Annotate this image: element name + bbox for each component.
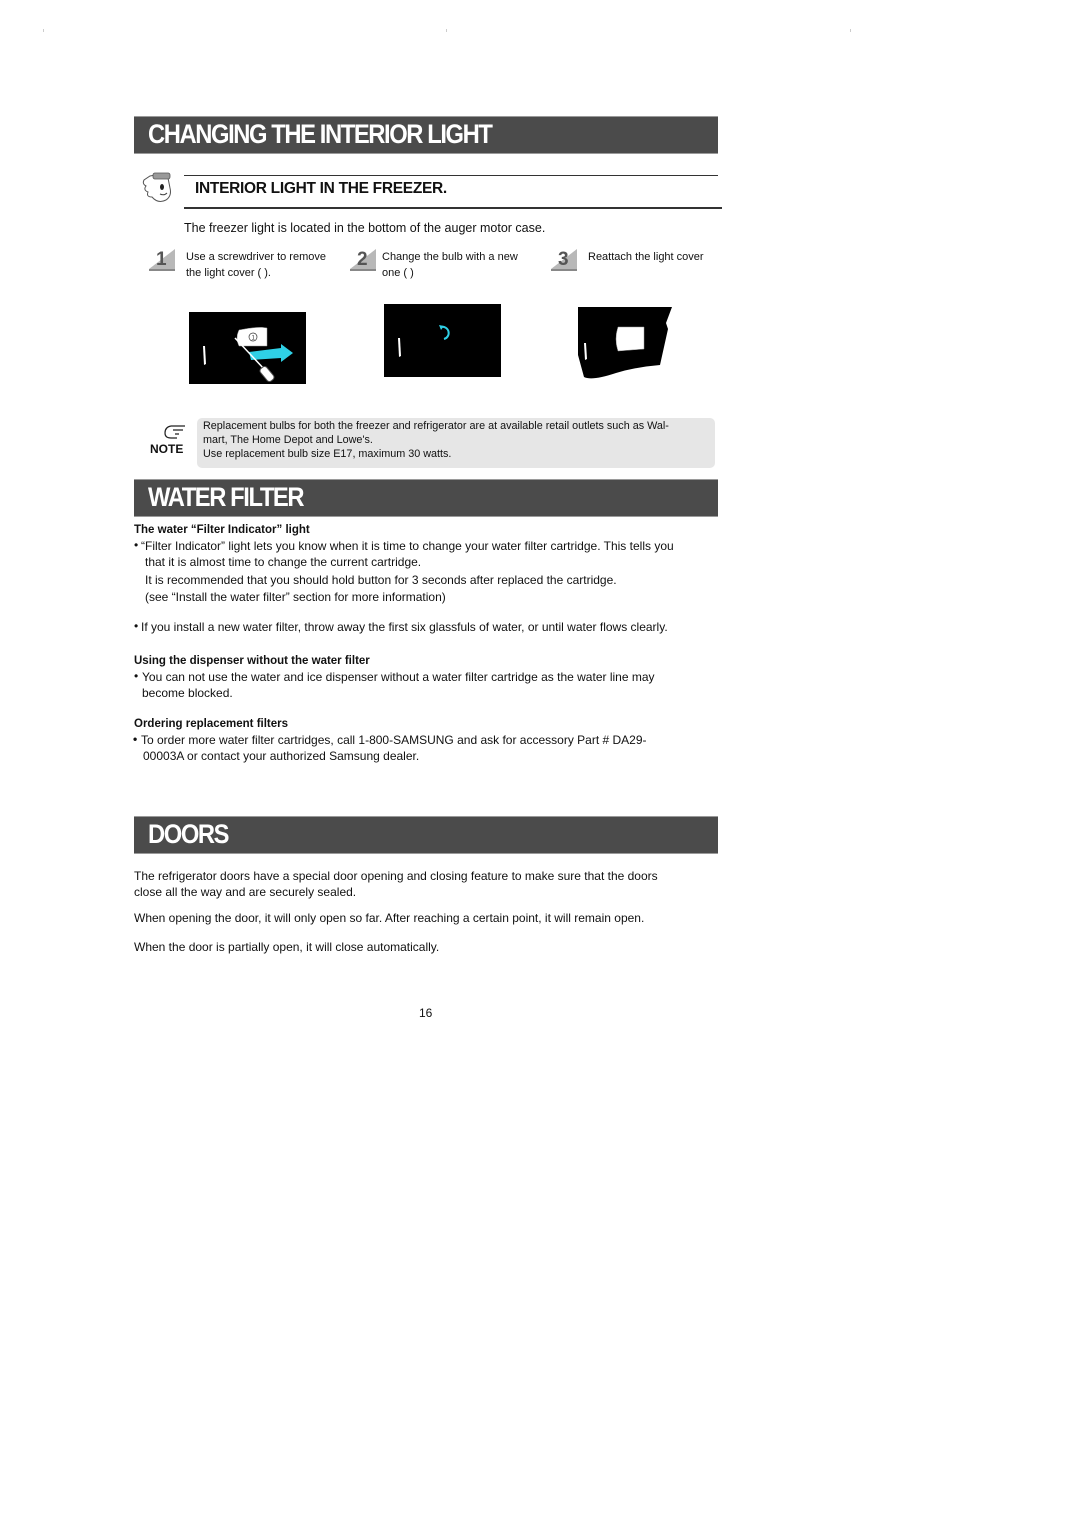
filter-indicator-text: “Filter Indicator” light lets you know w… <box>141 538 674 605</box>
section-header-water-filter: WATER FILTER <box>134 479 718 517</box>
subheading-top-rule <box>184 175 718 176</box>
step-2-line1: Change the bulb with a new <box>382 251 518 263</box>
note-line3: Use replacement bulb size E17, maximum 3… <box>203 448 452 460</box>
indicator-line2: that it is almost time to change the cur… <box>145 555 422 569</box>
doors-para1-line1: The refrigerator doors have a special do… <box>134 869 658 883</box>
step-1-line2: the light cover ( ). <box>186 267 271 279</box>
step-1-line1: Use a screwdriver to remove <box>186 251 326 263</box>
step-2-text: Change the bulb with a new one ( ) <box>382 249 518 281</box>
indicator-line1: “Filter Indicator” light lets you know w… <box>141 539 674 553</box>
step-2-line2: one ( ) <box>382 267 414 279</box>
page-number: 16 <box>419 1006 433 1020</box>
mascot-tip-icon <box>140 170 176 206</box>
section-title: CHANGING THE INTERIOR LIGHT <box>148 119 493 149</box>
doors-paragraph-1: The refrigerator doors have a special do… <box>134 868 658 900</box>
bullet-icon: • <box>134 538 139 552</box>
note-line2: mart, The Home Depot and Lowe's. <box>203 434 373 446</box>
dispenser-heading: Using the dispenser without the water fi… <box>134 655 370 667</box>
step-3-text: Reattach the light cover <box>588 249 704 265</box>
indicator-line4: (see “Install the water filter” section … <box>145 590 446 604</box>
dispenser-text: You can not use the water and ice dispen… <box>142 669 655 701</box>
step-number-2: 2 <box>350 249 376 271</box>
bullet-icon: • <box>134 619 139 633</box>
note-text: Replacement bulbs for both the freezer a… <box>203 419 669 461</box>
install-bullet-text: If you install a new water filter, throw… <box>141 620 668 634</box>
figure-change-bulb <box>384 304 501 377</box>
step-number-1: 1 <box>149 249 175 271</box>
step-number-3: 3 <box>551 249 577 271</box>
ordering-line1: To order more water filter cartridges, c… <box>141 733 647 747</box>
doors-para1-line2: close all the way and are securely seale… <box>134 885 357 899</box>
step-1-text: Use a screwdriver to remove the light co… <box>186 249 326 281</box>
dispenser-line1: You can not use the water and ice dispen… <box>142 670 655 684</box>
bullet-icon: • <box>134 669 139 683</box>
section-title: DOORS <box>148 819 230 849</box>
indicator-line3: It is recommended that you should hold b… <box>145 573 617 587</box>
doors-paragraph-2: When opening the door, it will only open… <box>134 911 645 925</box>
note-label: NOTE <box>150 442 184 456</box>
ordering-line2: 00003A or contact your authorized Samsun… <box>143 749 420 763</box>
doors-paragraph-3: When the door is partially open, it will… <box>134 940 440 954</box>
note-line1: Replacement bulbs for both the freezer a… <box>203 420 669 432</box>
figure-reattach-cover <box>576 305 672 381</box>
crop-mark <box>446 29 447 32</box>
bullet-icon: • <box>133 732 138 746</box>
note-box: Replacement bulbs for both the freezer a… <box>197 418 715 468</box>
note-pointing-hand-icon <box>163 424 187 440</box>
filter-indicator-heading: The water “Filter Indicator” light <box>134 524 310 536</box>
step-3-line1: Reattach the light cover <box>588 251 704 263</box>
section-header-doors: DOORS <box>134 816 718 854</box>
section-title: WATER FILTER <box>148 482 305 512</box>
figure-remove-cover: 1 <box>189 312 306 384</box>
dispenser-line2: become blocked. <box>142 686 233 700</box>
subheading-freezer-light: INTERIOR LIGHT IN THE FREEZER. <box>195 180 447 197</box>
crop-mark <box>43 29 44 32</box>
crop-mark <box>850 29 851 32</box>
section-header-interior-light: CHANGING THE INTERIOR LIGHT <box>134 116 718 154</box>
intro-text: The freezer light is located in the bott… <box>184 221 546 235</box>
ordering-text: To order more water filter cartridges, c… <box>141 732 647 764</box>
ordering-heading: Ordering replacement filters <box>134 718 289 730</box>
subheading-bottom-rule <box>184 207 722 209</box>
